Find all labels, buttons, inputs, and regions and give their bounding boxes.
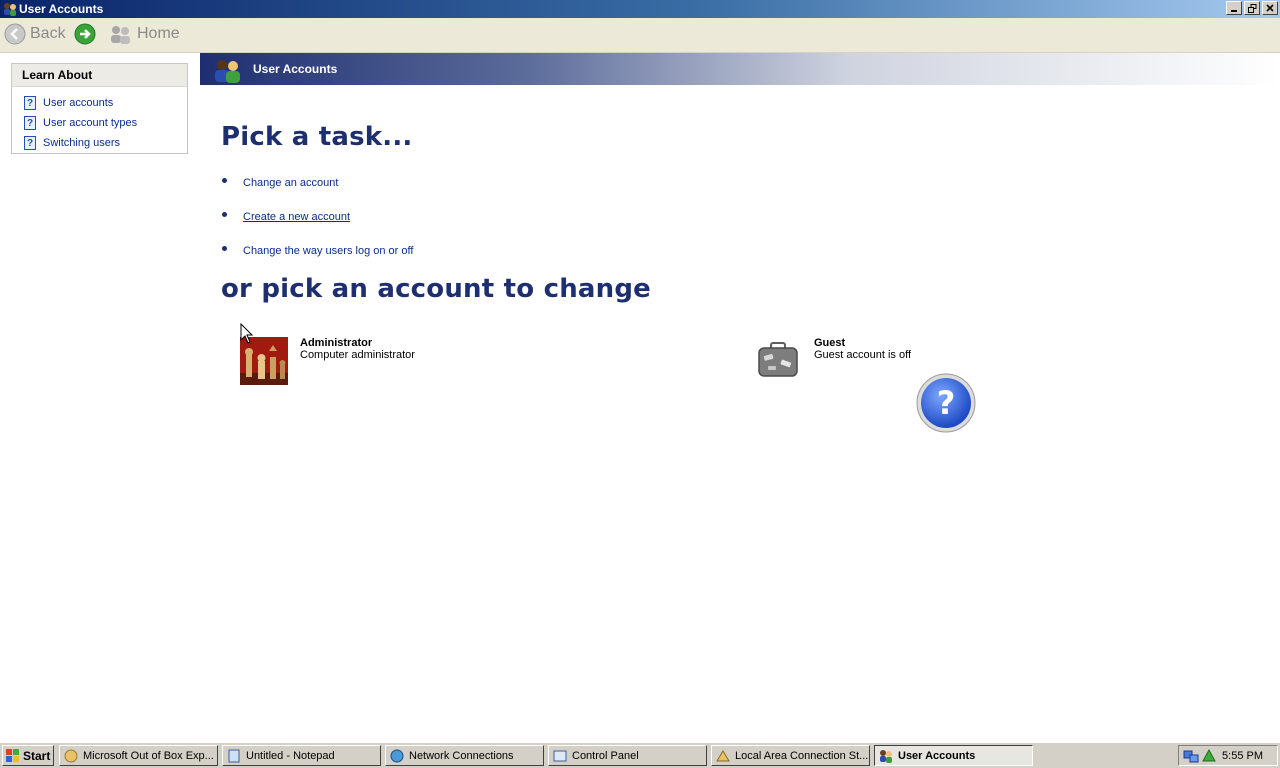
- close-icon: [1266, 4, 1274, 12]
- taskbar-button-label: Microsoft Out of Box Exp...: [83, 749, 214, 762]
- task-label: Change the way users log on or off: [243, 245, 414, 257]
- home-button[interactable]: Home: [109, 22, 180, 46]
- account-description: Guest account is off: [814, 349, 912, 361]
- learn-item-label: User accounts: [43, 97, 114, 109]
- back-button[interactable]: Back: [4, 22, 66, 46]
- task-change-account[interactable]: Change an account: [222, 166, 413, 200]
- mouse-cursor-icon: [240, 323, 254, 344]
- pick-account-heading: or pick an account to change: [221, 274, 652, 304]
- window-title: User Accounts: [19, 2, 104, 16]
- home-label: Home: [137, 25, 180, 42]
- briefcase-avatar-icon: [758, 342, 798, 377]
- learn-item-label: Switching users: [43, 137, 121, 149]
- learn-about-panel: Learn About ? User accounts ? User accou…: [11, 63, 188, 154]
- users-icon: [4, 3, 16, 16]
- restore-button[interactable]: [1244, 1, 1260, 15]
- start-label: Start: [23, 748, 51, 763]
- taskbar-button-label: Local Area Connection St...: [735, 749, 869, 762]
- account-description: Computer administrator: [300, 349, 415, 361]
- minimize-button[interactable]: [1226, 1, 1242, 15]
- taskbar-button-label: Untitled - Notepad: [246, 749, 335, 762]
- help-circle-icon[interactable]: ?: [916, 373, 976, 433]
- taskbar-button-oobe[interactable]: Microsoft Out of Box Exp...: [59, 745, 218, 766]
- account-name: Administrator: [300, 337, 373, 349]
- tray-app-icon[interactable]: [1201, 748, 1217, 764]
- back-arrow-icon: [4, 23, 26, 45]
- pick-task-heading: Pick a task...: [221, 122, 413, 152]
- learn-item-user-accounts[interactable]: ? User accounts: [24, 93, 187, 113]
- svg-text:?: ?: [937, 384, 956, 422]
- back-label: Back: [30, 25, 66, 42]
- network-status-icon: [716, 749, 730, 761]
- taskbar-button-user-accounts[interactable]: User Accounts: [874, 745, 1033, 766]
- forward-arrow-icon: [74, 23, 96, 45]
- taskbar-button-label: User Accounts: [898, 749, 976, 762]
- task-label: Change an account: [243, 177, 339, 189]
- restore-icon: [1247, 3, 1256, 13]
- learn-item-label: User account types: [43, 117, 138, 129]
- title-bar: User Accounts: [0, 0, 1280, 18]
- task-label: Create a new account: [243, 211, 351, 223]
- user-accounts-icon: [215, 60, 240, 83]
- taskbar-button-control-panel[interactable]: Control Panel: [548, 745, 707, 766]
- task-list: Change an account Create a new account C…: [222, 166, 413, 268]
- windows-logo-icon: [6, 748, 19, 762]
- notepad-icon: [228, 749, 240, 762]
- users-icon: [880, 749, 892, 763]
- bullet-icon: [222, 177, 227, 183]
- learn-about-heading: Learn About: [12, 64, 187, 87]
- start-button[interactable]: Start: [2, 745, 54, 766]
- task-change-logon[interactable]: Change the way users log on or off: [222, 234, 413, 268]
- taskbar-button-label: Network Connections: [409, 749, 514, 762]
- account-administrator[interactable]: Administrator Computer administrator: [240, 337, 415, 385]
- help-question-icon: ?: [24, 116, 36, 130]
- network-globe-icon: [390, 749, 404, 762]
- forward-button[interactable]: [74, 22, 100, 46]
- help-question-icon: ?: [24, 96, 36, 110]
- bullet-icon: [222, 211, 227, 217]
- account-guest[interactable]: Guest Guest account is off: [756, 337, 911, 381]
- taskbar-button-network-connections[interactable]: Network Connections: [385, 745, 544, 766]
- minimize-icon: [1231, 10, 1237, 12]
- taskbar-button-notepad[interactable]: Untitled - Notepad: [222, 745, 381, 766]
- system-tray: 5:55 PM: [1178, 745, 1278, 766]
- network-tray-icon[interactable]: [1183, 748, 1199, 764]
- task-create-new-account[interactable]: Create a new account: [222, 200, 413, 234]
- oobe-icon: [64, 749, 78, 762]
- navigation-toolbar: Back Home: [0, 18, 1280, 53]
- help-question-icon: ?: [24, 136, 36, 150]
- taskbar-button-label: Control Panel: [572, 749, 639, 762]
- learn-item-user-account-types[interactable]: ? User account types: [24, 113, 187, 133]
- clock[interactable]: 5:55 PM: [1222, 750, 1263, 762]
- page-header-title: User Accounts: [253, 62, 338, 76]
- taskbar: Start Microsoft Out of Box Exp... Untitl…: [0, 742, 1280, 768]
- close-button[interactable]: [1262, 1, 1278, 15]
- page-header-band: User Accounts: [200, 53, 1280, 85]
- bullet-icon: [222, 245, 227, 251]
- taskbar-button-local-area-connection[interactable]: Local Area Connection St...: [711, 745, 870, 766]
- home-users-icon: [111, 26, 130, 44]
- control-panel-icon: [553, 750, 567, 761]
- account-name: Guest: [814, 337, 846, 349]
- learn-item-switching-users[interactable]: ? Switching users: [24, 133, 187, 153]
